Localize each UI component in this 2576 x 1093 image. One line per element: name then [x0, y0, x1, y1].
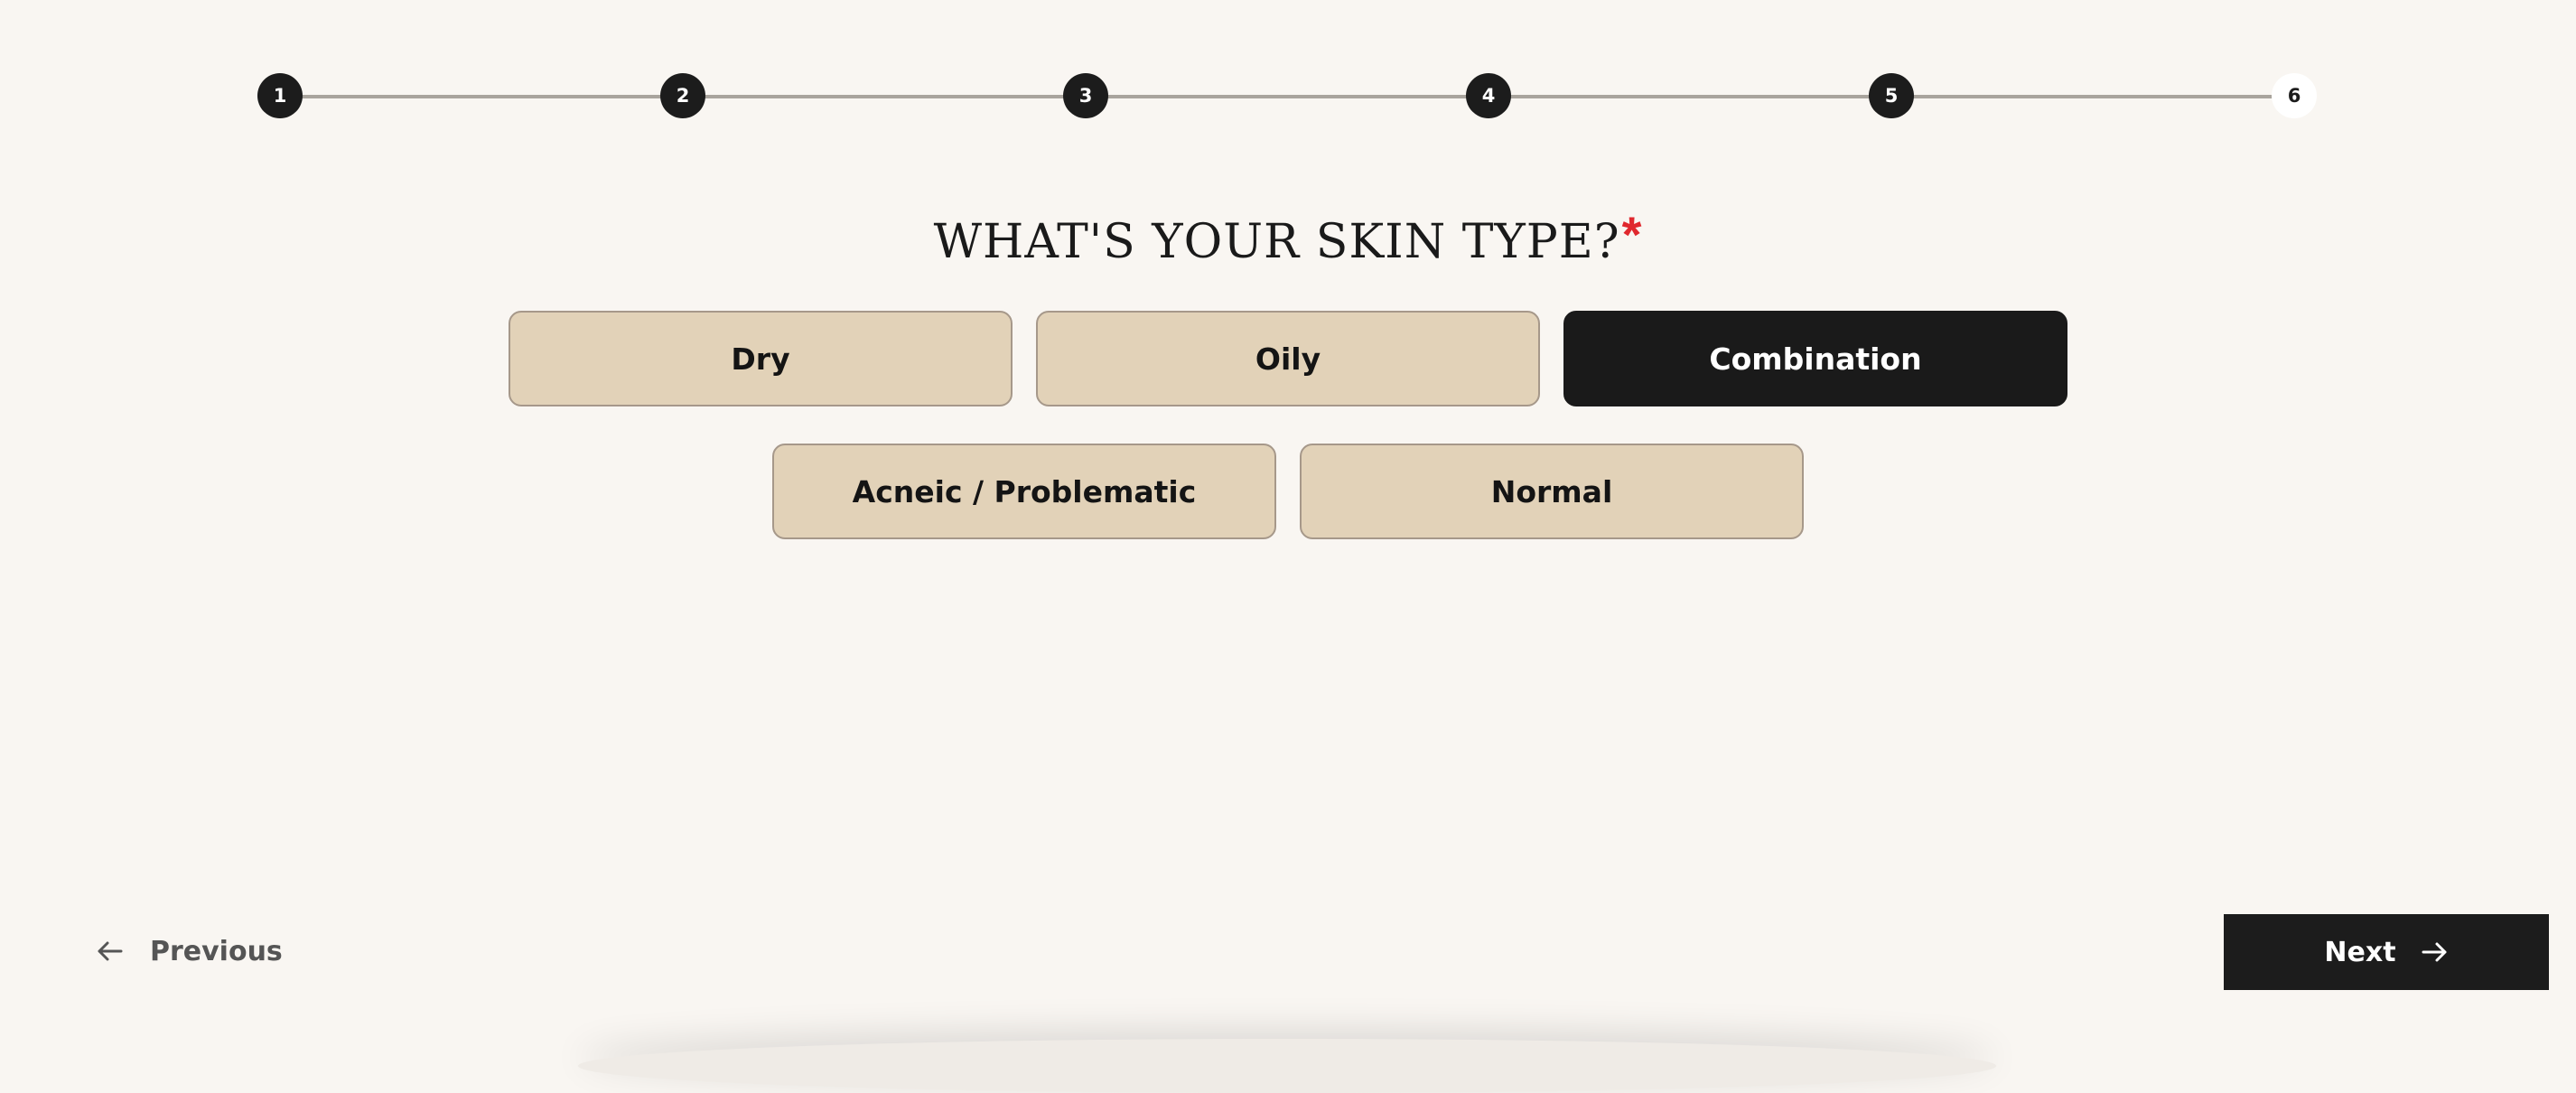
- next-label: Next: [2324, 936, 2396, 968]
- arrow-right-icon: [2422, 941, 2449, 963]
- step-4[interactable]: 4: [1466, 73, 1511, 118]
- question-heading: WHAT'S YOUR SKIN TYPE?*: [0, 201, 2576, 276]
- option-combination[interactable]: Combination: [1563, 311, 2067, 406]
- step-3[interactable]: 3: [1063, 73, 1108, 118]
- bottom-panel-edge: [578, 1039, 1996, 1093]
- progress-stepper: 1 2 3 4 5 6: [0, 0, 2576, 126]
- question-title: WHAT'S YOUR SKIN TYPE?: [933, 215, 1620, 269]
- previous-button[interactable]: Previous: [96, 912, 283, 990]
- arrow-left-icon: [96, 940, 123, 962]
- step-1[interactable]: 1: [257, 73, 303, 118]
- option-oily[interactable]: Oily: [1036, 311, 1540, 406]
- step-5[interactable]: 5: [1869, 73, 1914, 118]
- options-row-2: Acneic / Problematic Normal: [0, 444, 2576, 539]
- option-acneic-problematic[interactable]: Acneic / Problematic: [772, 444, 1276, 539]
- option-normal[interactable]: Normal: [1300, 444, 1804, 539]
- option-dry[interactable]: Dry: [509, 311, 1013, 406]
- stepper-track: [280, 95, 2296, 98]
- step-2[interactable]: 2: [660, 73, 705, 118]
- step-6-current[interactable]: 6: [2272, 73, 2317, 118]
- next-button[interactable]: Next: [2224, 914, 2549, 990]
- required-asterisk: *: [1621, 206, 1643, 263]
- previous-label: Previous: [150, 935, 283, 967]
- options-row-1: Dry Oily Combination: [0, 311, 2576, 406]
